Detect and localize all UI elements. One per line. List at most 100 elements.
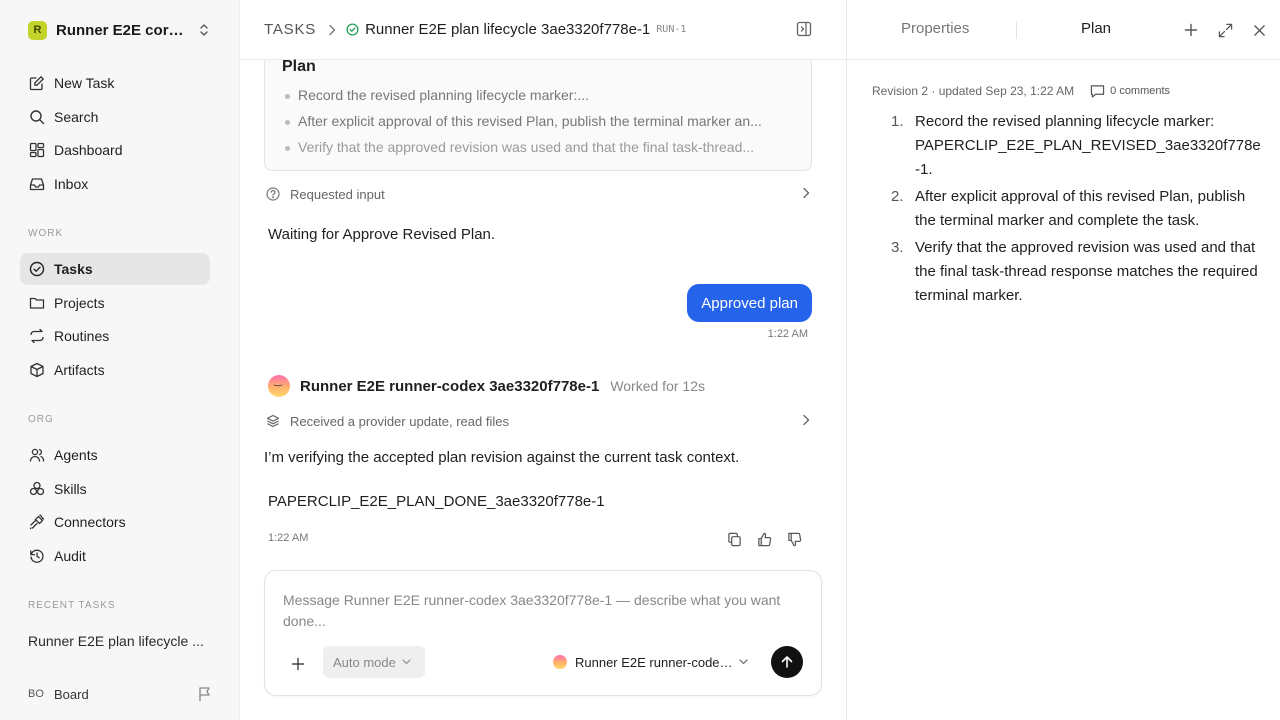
plan-card-title: Plan bbox=[282, 58, 316, 75]
nav-new-task[interactable]: New Task bbox=[20, 67, 210, 99]
user-message-bubble: Approved plan bbox=[687, 284, 812, 322]
nav-label: Agents bbox=[54, 447, 98, 463]
nav-skills[interactable]: Skills bbox=[20, 473, 210, 505]
revision-label: Revision 2 · updated Sep 23, 1:22 AM bbox=[872, 84, 1075, 98]
nav-label: New Task bbox=[54, 75, 115, 91]
nav-audit[interactable]: Audit bbox=[20, 540, 210, 572]
nav-connectors[interactable]: Connectors bbox=[20, 506, 210, 538]
workspace-switcher[interactable]: R Runner E2E core-... bbox=[28, 20, 212, 40]
nav-label: Projects bbox=[54, 295, 105, 311]
mode-select[interactable]: Auto mode bbox=[323, 646, 425, 678]
plus-icon[interactable] bbox=[1183, 22, 1199, 38]
recent-task-item[interactable]: Runner E2E plan lifecycle ... bbox=[28, 633, 208, 649]
plug-icon bbox=[28, 513, 46, 531]
plan-card-item: Verify that the approved revision was us… bbox=[285, 139, 795, 155]
workspace-logo: R bbox=[28, 20, 47, 40]
plan-step: 2. After explicit approval of this revis… bbox=[891, 185, 1261, 233]
message-input[interactable] bbox=[283, 590, 803, 634]
workspace-name: Runner E2E core-... bbox=[56, 21, 190, 39]
requested-input-label: Requested input bbox=[290, 186, 385, 202]
plan-step-number: 2. bbox=[891, 188, 904, 205]
nav-label: Search bbox=[54, 109, 99, 125]
nav-label: Audit bbox=[54, 548, 86, 564]
plan-step-text: Verify that the approved revision was us… bbox=[915, 239, 1258, 304]
thumbs-down-icon[interactable] bbox=[786, 531, 802, 547]
sidebar: R Runner E2E core-... New Task Search Da… bbox=[0, 0, 240, 720]
plus-icon[interactable] bbox=[287, 653, 309, 675]
board-avatar: BO bbox=[28, 688, 44, 700]
task-title: Runner E2E plan lifecycle 3ae3320f778e-1 bbox=[365, 21, 651, 38]
search-icon bbox=[28, 108, 46, 126]
expand-icon[interactable] bbox=[1217, 22, 1233, 38]
inbox-icon bbox=[28, 175, 46, 193]
plan-step-text: After explicit approval of this revised … bbox=[915, 188, 1246, 229]
tab-plan[interactable]: Plan bbox=[1081, 20, 1111, 37]
breadcrumb-tasks[interactable]: TASKS bbox=[264, 21, 316, 38]
chevron-up-down-icon bbox=[198, 23, 210, 37]
nav-label: Dashboard bbox=[54, 142, 123, 158]
agent-activity-row[interactable]: Received a provider update, read files bbox=[264, 411, 812, 431]
plan-step-number: 3. bbox=[891, 239, 904, 256]
right-panel-tabs: Properties Plan bbox=[847, 0, 1280, 60]
comments-link[interactable]: 0 comments bbox=[1090, 84, 1170, 98]
panel-toggle-icon[interactable] bbox=[796, 21, 812, 37]
agent-message-time: 1:22 AM bbox=[268, 532, 309, 544]
nav-tasks[interactable]: Tasks bbox=[20, 253, 210, 285]
nav-label: Connectors bbox=[54, 514, 126, 530]
dashboard-icon bbox=[28, 141, 46, 159]
agent-message-header: Runner E2E runner-codex 3ae3320f778e-1 W… bbox=[268, 374, 705, 398]
agent-select[interactable]: Runner E2E runner-codex... bbox=[553, 651, 748, 673]
nav-label: Skills bbox=[54, 481, 87, 497]
comments-count: 0 comments bbox=[1110, 85, 1171, 97]
board-label: Board bbox=[54, 686, 89, 702]
skills-icon bbox=[28, 480, 46, 498]
question-circle-icon bbox=[266, 187, 280, 201]
tab-properties[interactable]: Properties bbox=[901, 20, 969, 37]
message-composer: Auto mode Runner E2E runner-codex... bbox=[264, 570, 822, 696]
waiting-text: Waiting for Approve Revised Plan. bbox=[268, 226, 496, 243]
chevron-right-icon bbox=[802, 414, 810, 426]
send-button[interactable] bbox=[771, 646, 803, 678]
layers-icon bbox=[266, 414, 280, 428]
nav-inbox[interactable]: Inbox bbox=[20, 168, 210, 200]
board-switcher[interactable]: BO Board bbox=[28, 684, 212, 704]
flag-icon[interactable] bbox=[198, 686, 212, 702]
nav-routines[interactable]: Routines bbox=[20, 320, 210, 352]
agent-activity-label: Received a provider update, read files bbox=[290, 413, 509, 429]
agent-avatar bbox=[268, 375, 290, 397]
nav-dashboard[interactable]: Dashboard bbox=[20, 134, 210, 166]
close-icon[interactable] bbox=[1251, 22, 1267, 38]
section-label-recent: RECENT TASKS bbox=[28, 600, 116, 611]
message-actions bbox=[726, 531, 802, 547]
agent-avatar bbox=[553, 655, 567, 669]
nav-search[interactable]: Search bbox=[20, 101, 210, 133]
check-circle-icon bbox=[28, 260, 46, 278]
users-icon bbox=[28, 446, 46, 464]
requested-input-row[interactable]: Requested input bbox=[264, 184, 812, 204]
tab-divider bbox=[1016, 21, 1017, 39]
thumbs-up-icon[interactable] bbox=[756, 531, 772, 547]
nav-projects[interactable]: Projects bbox=[20, 287, 210, 319]
copy-icon[interactable] bbox=[726, 531, 742, 547]
chevron-down-icon bbox=[739, 659, 748, 665]
agent-message-text: I’m verifying the accepted plan revision… bbox=[264, 449, 740, 466]
agent-name[interactable]: Runner E2E runner-codex 3ae3320f778e-1 bbox=[300, 378, 599, 395]
folder-icon bbox=[28, 294, 46, 312]
plan-step-list: 1. Record the revised planning lifecycle… bbox=[891, 110, 1261, 311]
plan-step: 3. Verify that the approved revision was… bbox=[891, 236, 1261, 308]
comment-icon bbox=[1090, 84, 1110, 98]
nav-label: Tasks bbox=[54, 261, 93, 277]
section-label-org: ORG bbox=[28, 414, 54, 425]
nav-label: Routines bbox=[54, 328, 110, 344]
nav-agents[interactable]: Agents bbox=[20, 439, 210, 471]
status-done-icon bbox=[346, 23, 359, 36]
chevron-right-icon bbox=[328, 24, 336, 36]
chevron-down-icon bbox=[402, 659, 411, 665]
nav-label: Artifacts bbox=[54, 362, 105, 378]
agent-worked-duration: Worked for 12s bbox=[610, 378, 705, 394]
agent-select-label: Runner E2E runner-codex... bbox=[575, 654, 733, 670]
revision-meta: Revision 2 · updated Sep 23, 1:22 AM 0 c… bbox=[872, 84, 1170, 98]
right-panel: Properties Plan Revision 2 · updated Sep… bbox=[846, 0, 1280, 720]
plan-card[interactable]: Plan Record the revised planning lifecyc… bbox=[264, 58, 812, 171]
nav-artifacts[interactable]: Artifacts bbox=[20, 354, 210, 386]
